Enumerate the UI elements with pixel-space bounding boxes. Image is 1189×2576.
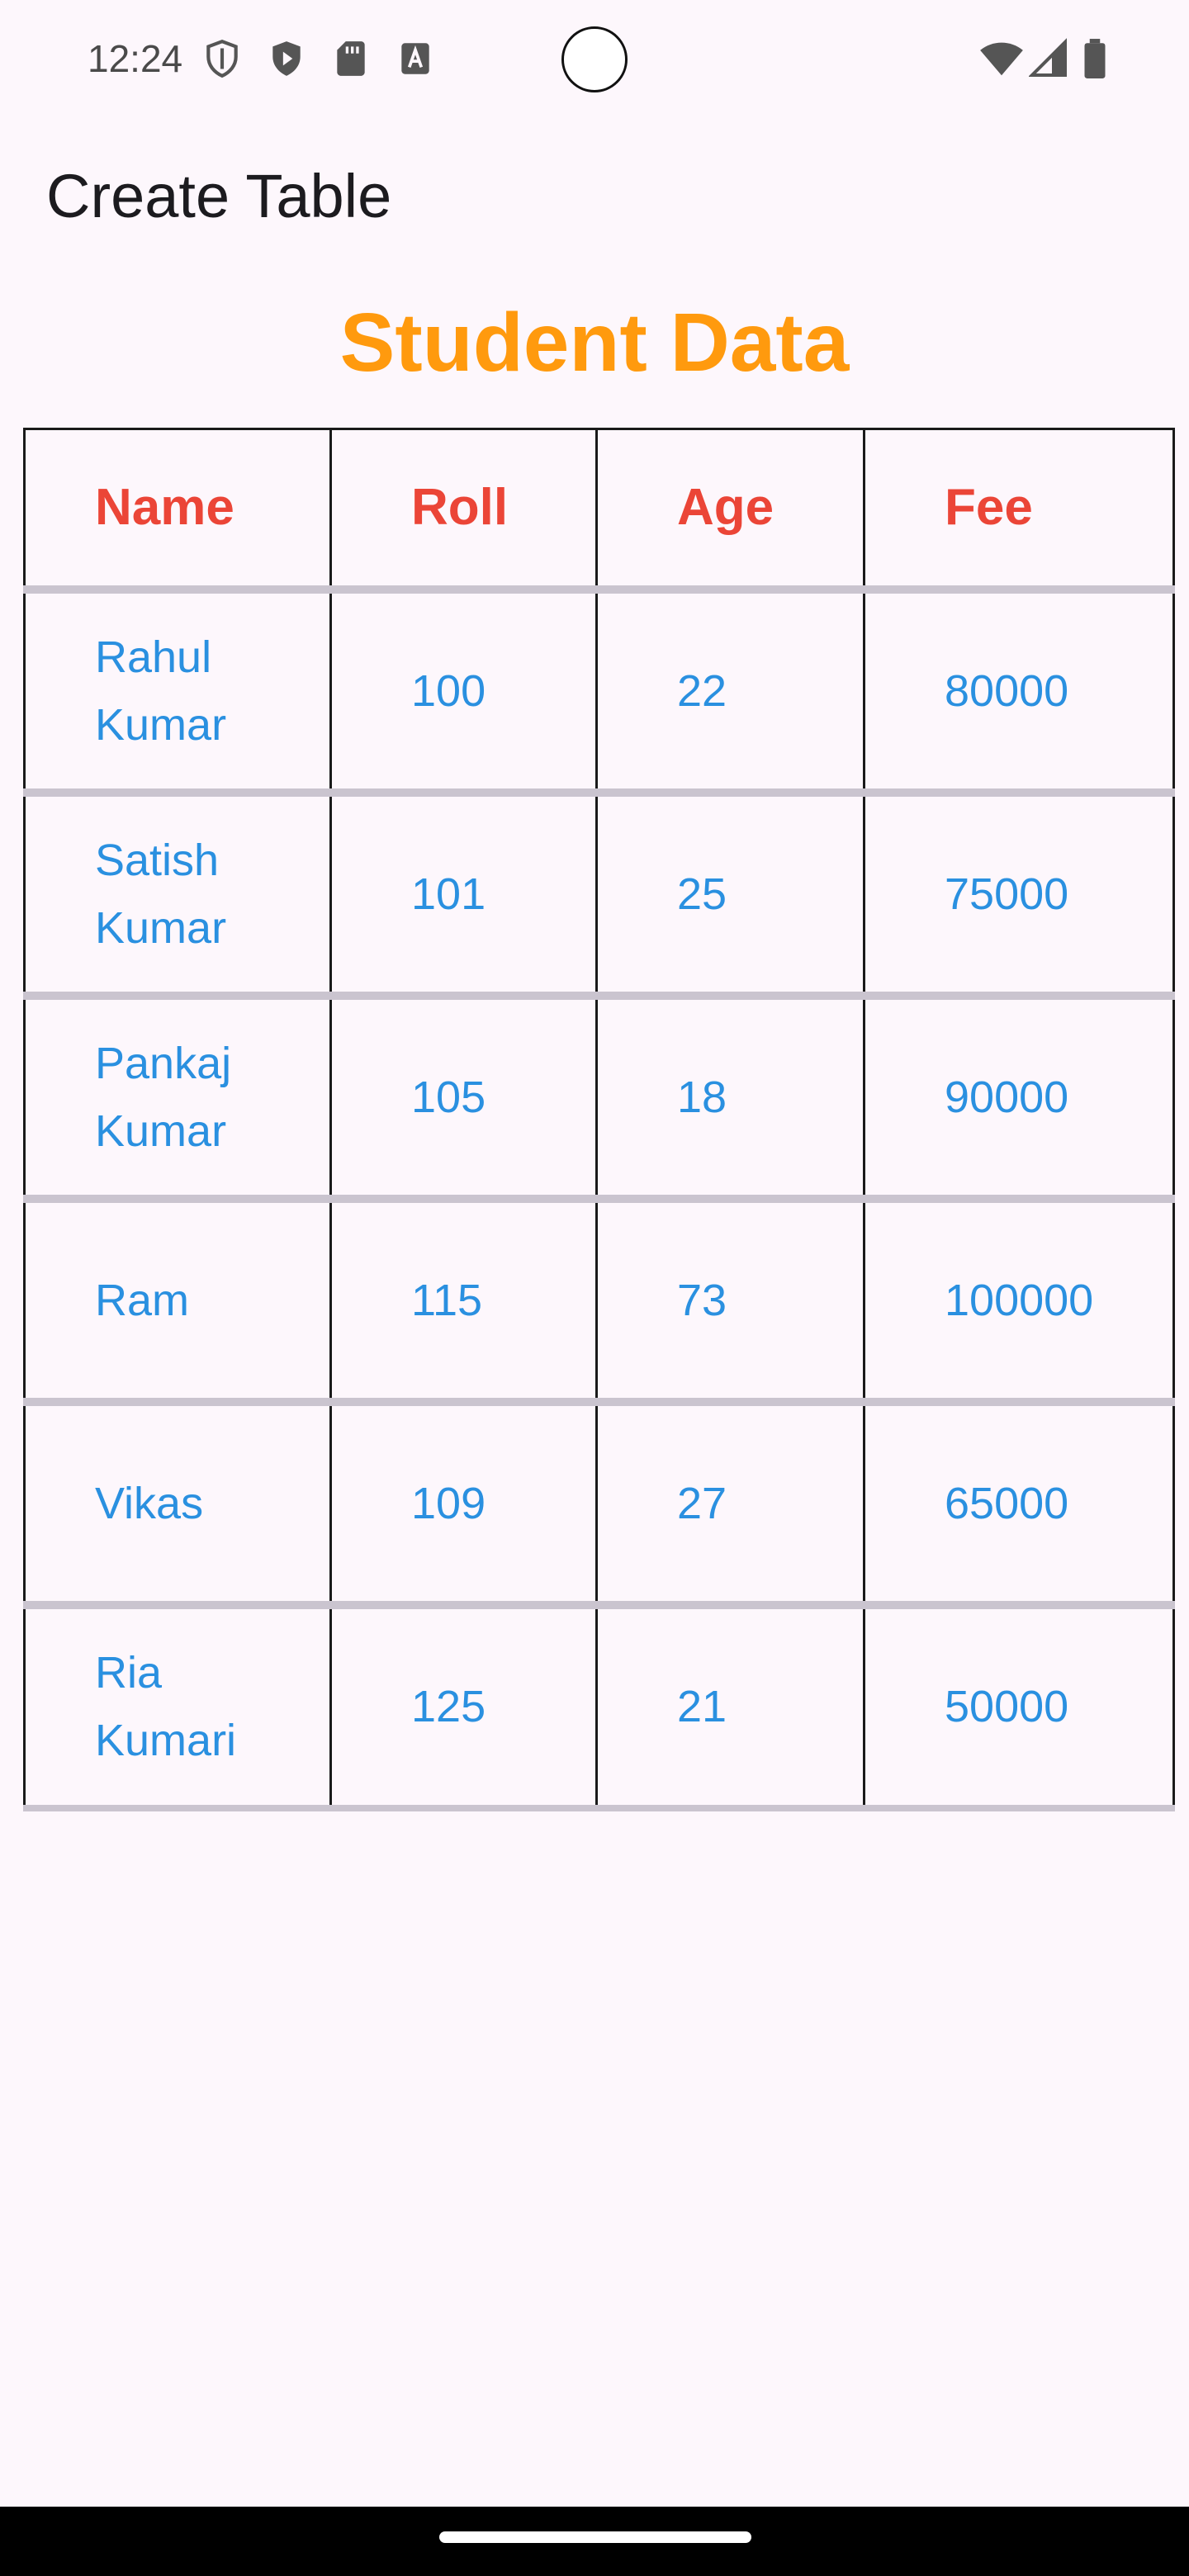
cell-roll: 115: [329, 1197, 598, 1406]
cell-fee: 100000: [863, 1197, 1175, 1406]
cell-name: Pankaj Kumar: [23, 994, 332, 1203]
table-row: Satish Kumar 101 25 75000: [23, 791, 1175, 1000]
cell-name-text: Vikas: [95, 1478, 204, 1528]
cell-fee: 75000: [863, 791, 1175, 1000]
cell-name: Ria Kumari: [23, 1603, 332, 1811]
cell-fee: 80000: [863, 588, 1175, 797]
cell-roll: 101: [329, 791, 598, 1000]
column-header-fee: Fee: [863, 428, 1175, 594]
cellular-signal-icon: [1028, 38, 1070, 79]
camera-cutout: [561, 26, 628, 92]
cell-name-text: Ram: [95, 1275, 190, 1325]
cell-age: 25: [595, 791, 865, 1000]
app-bar-title: Create Table: [46, 162, 392, 230]
table-row: Pankaj Kumar 105 18 90000: [23, 994, 1175, 1203]
cell-fee: 90000: [863, 994, 1175, 1203]
cell-roll: 125: [329, 1603, 598, 1811]
table-row: Rahul Kumar 100 22 80000: [23, 588, 1175, 797]
status-bar: 12:24: [0, 0, 1189, 116]
cell-name: Ram: [23, 1197, 332, 1406]
table-row: Ria Kumari 125 21 50000: [23, 1603, 1175, 1811]
cell-roll: 109: [329, 1400, 598, 1609]
cell-age: 18: [595, 994, 865, 1203]
table-header-row: Name Roll Age Fee: [23, 428, 1175, 594]
play-shield-icon: [266, 38, 307, 79]
navigation-bar: [0, 2507, 1189, 2576]
wifi-icon: [979, 38, 1023, 79]
shield-outline-icon: [201, 38, 243, 79]
student-data-heading: Student Data: [339, 296, 850, 389]
cell-age: 21: [595, 1603, 865, 1811]
cell-name: Rahul Kumar: [23, 588, 332, 797]
column-header-roll: Roll: [329, 428, 598, 594]
cell-roll: 105: [329, 994, 598, 1203]
cell-fee: 65000: [863, 1400, 1175, 1609]
table-row: Ram 115 73 100000: [23, 1197, 1175, 1406]
cell-fee: 50000: [863, 1603, 1175, 1811]
sd-card-icon: [330, 38, 372, 79]
table-row: Vikas 109 27 65000: [23, 1400, 1175, 1609]
cell-name-text: Pankaj Kumar: [95, 1038, 232, 1156]
home-gesture-handle[interactable]: [439, 2531, 751, 2543]
cell-name-text: Satish Kumar: [95, 835, 227, 953]
column-header-name: Name: [23, 428, 332, 594]
cell-age: 22: [595, 588, 865, 797]
cell-roll: 100: [329, 588, 598, 797]
battery-icon: [1080, 38, 1121, 79]
column-header-age: Age: [595, 428, 865, 594]
student-table: Name Roll Age Fee Rahul Kumar 100 22 800…: [23, 428, 1175, 1811]
cell-name-text: Rahul Kumar: [95, 632, 227, 750]
font-a-icon: [395, 38, 436, 79]
status-time: 12:24: [88, 37, 183, 80]
cell-name-text: Ria Kumari: [95, 1648, 237, 1765]
cell-name: Satish Kumar: [23, 791, 332, 1000]
cell-age: 73: [595, 1197, 865, 1406]
cell-age: 27: [595, 1400, 865, 1609]
cell-name: Vikas: [23, 1400, 332, 1609]
